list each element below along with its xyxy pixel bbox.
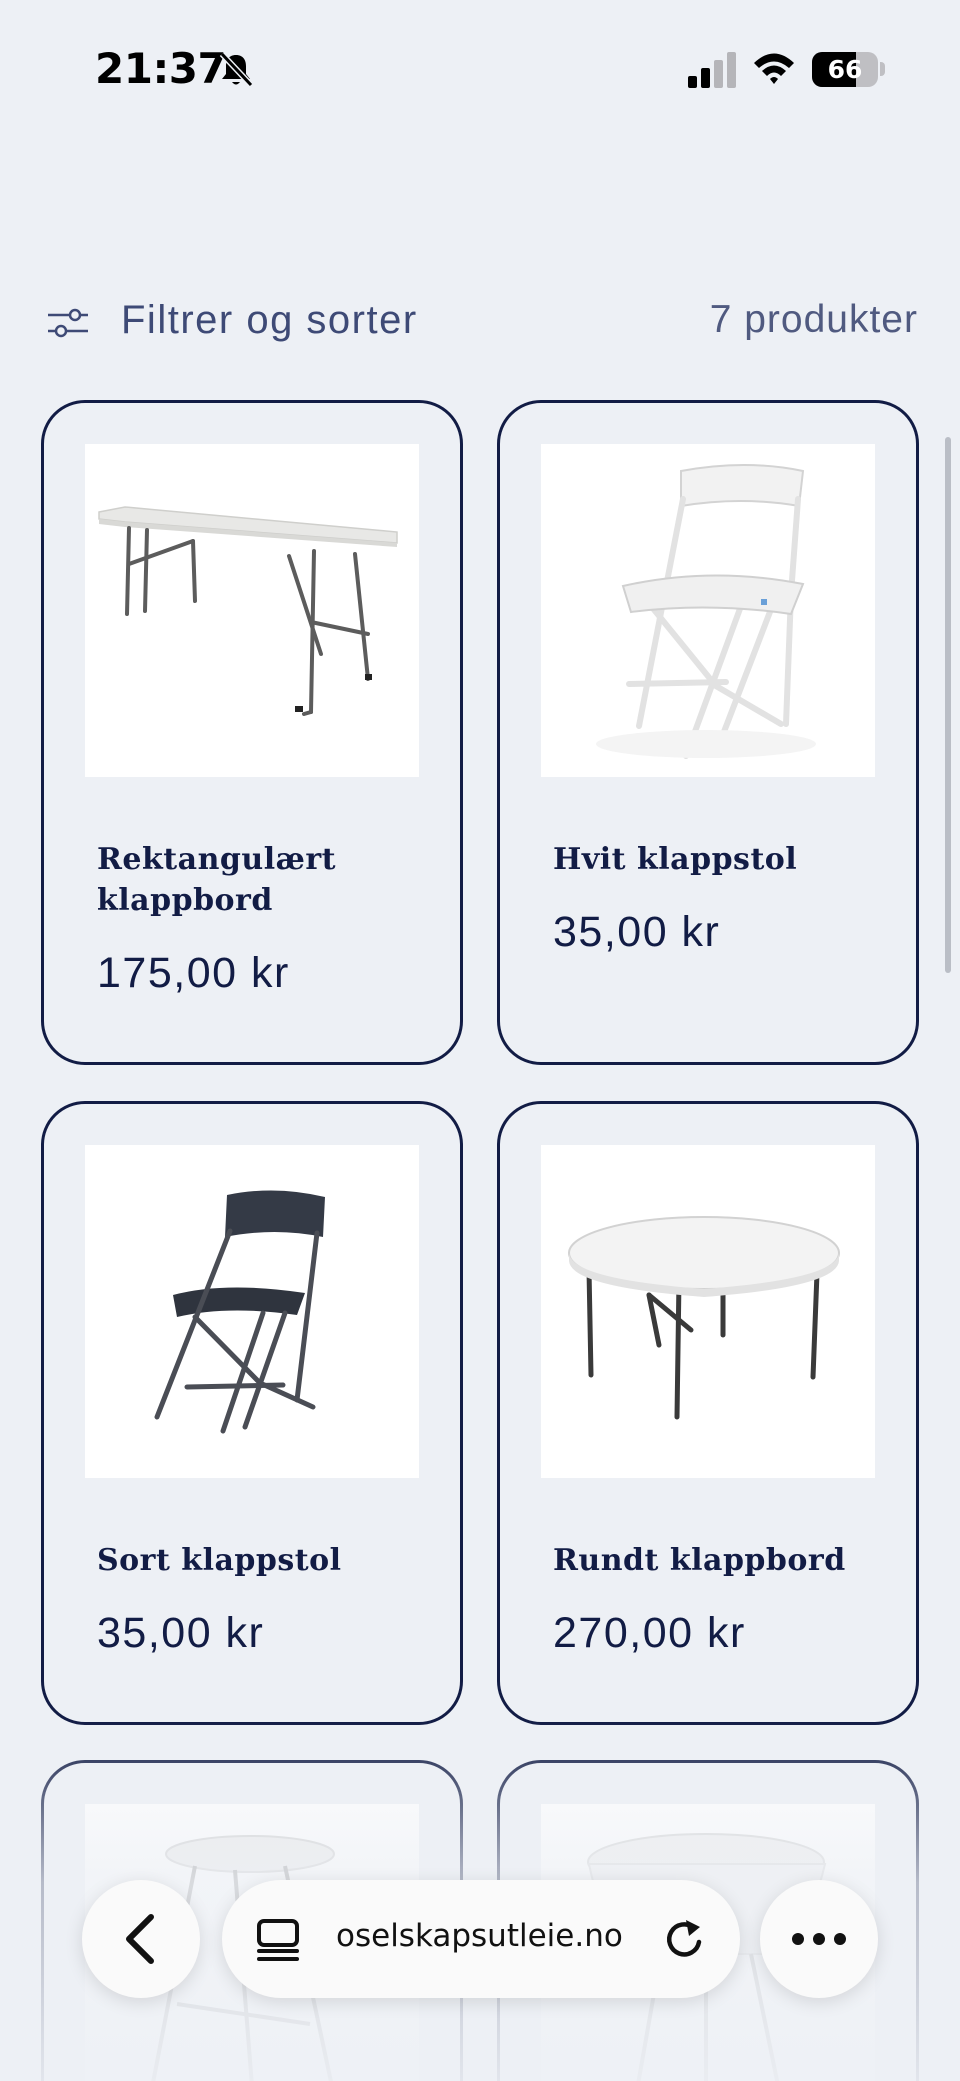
back-button[interactable] — [82, 1880, 200, 1998]
product-card[interactable]: Sort klappstol 35,00 kr — [41, 1101, 463, 1725]
scroll-indicator[interactable] — [945, 437, 951, 973]
product-image[interactable] — [85, 1145, 419, 1478]
rectangular-folding-table-image — [98, 506, 398, 716]
product-image[interactable] — [85, 444, 419, 777]
product-card[interactable]: Rundt klappbord 270,00 kr — [497, 1101, 919, 1725]
chevron-left-icon — [126, 1914, 154, 1964]
product-title[interactable]: Hvit klappstol — [553, 839, 893, 880]
product-price: 270,00 kr — [553, 1609, 746, 1657]
white-folding-chair-image — [596, 464, 816, 759]
round-folding-table-image — [568, 1216, 840, 1420]
reload-icon[interactable] — [662, 1916, 706, 1962]
product-grid: Rektangulært klappbord 175,00 kr Hvit kl… — [0, 0, 960, 2081]
product-price: 35,00 kr — [553, 908, 721, 956]
product-card[interactable]: Rektangulært klappbord 175,00 kr — [41, 400, 463, 1065]
product-price: 35,00 kr — [97, 1609, 265, 1657]
reader-mode-icon[interactable] — [256, 1918, 300, 1962]
product-title[interactable]: Sort klappstol — [97, 1540, 437, 1581]
black-folding-chair-image — [154, 1190, 325, 1434]
more-icon — [792, 1933, 846, 1945]
product-card[interactable]: Hvit klappstol 35,00 kr — [497, 400, 919, 1065]
more-button[interactable] — [760, 1880, 878, 1998]
product-image[interactable] — [541, 444, 875, 777]
url-text[interactable]: oselskapsutleie.no — [336, 1918, 623, 1954]
product-price: 175,00 kr — [97, 949, 290, 997]
product-title[interactable]: Rektangulært klappbord — [97, 839, 437, 921]
address-bar[interactable]: oselskapsutleie.no — [222, 1880, 740, 1998]
product-image[interactable] — [541, 1145, 875, 1478]
product-title[interactable]: Rundt klappbord — [553, 1540, 893, 1581]
